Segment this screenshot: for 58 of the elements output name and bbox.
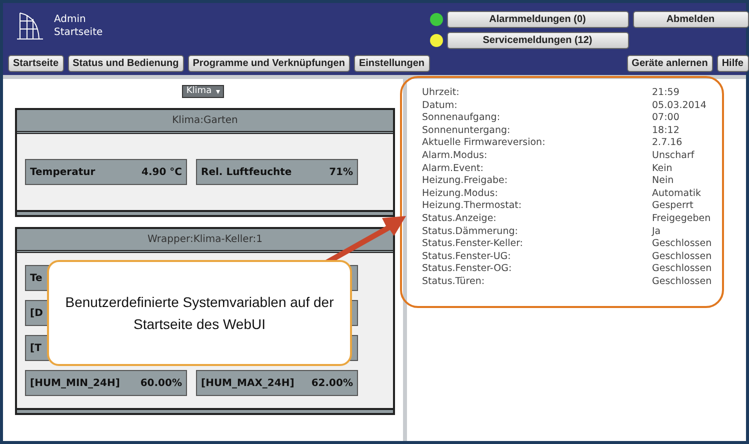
header-button[interactable]: Geräte anlernen: [626, 55, 713, 72]
variable-name: Sonnenuntergang:: [422, 124, 512, 138]
variable-value: 2.7.16: [652, 137, 684, 150]
variable-name: Datum:: [422, 100, 458, 112]
messages-button[interactable]: Alarmmeldungen (0): [446, 11, 628, 28]
tile-label: Temperatur: [30, 166, 96, 180]
group-title: Klima:Garten: [172, 114, 238, 128]
annotation-text: Benutzerdefinierte Systemvariablen auf der Startseite des WebUI: [64, 293, 334, 334]
tile-label: Te: [30, 272, 42, 286]
variable-value: Geschlossen: [652, 250, 713, 264]
variable-value: Geschlossen: [652, 276, 713, 288]
tile-value: 60.00%: [140, 376, 182, 390]
variable-name: Heizung.Thermostat:: [422, 200, 523, 213]
nav-button[interactable]: Startseite: [8, 55, 64, 72]
variable-name: Status.Fenster-UG:: [422, 250, 512, 264]
messages-button[interactable]: Servicemeldungen (12): [446, 32, 628, 49]
variable-name: Sonnenaufgang:: [422, 112, 502, 125]
tile-value: 4.90 °C: [142, 166, 182, 180]
variable-name: Alarm.Event:: [422, 162, 484, 176]
variable-value: Kein: [652, 162, 674, 176]
tile-value: 62.00%: [311, 376, 353, 390]
variable-value: Geschlossen: [652, 238, 713, 251]
category-dropdown[interactable]: Klima: [182, 85, 224, 98]
variable-value: 05.03.2014: [652, 100, 708, 112]
tile-label: [HUM_MIN_24H]: [30, 376, 120, 390]
page-name: Startseite: [54, 26, 103, 39]
tile-label: [D: [30, 306, 43, 320]
variable-value: Ja: [652, 226, 662, 238]
variable-value: 18:12: [652, 124, 680, 138]
variable-name: Aktuelle Firmwareversion:: [422, 137, 546, 150]
variable-value: Automatik: [652, 188, 702, 200]
variable-name: Status.Fenster-OG:: [422, 263, 513, 276]
tile-label: [T: [30, 342, 42, 356]
variable-value: Gesperrt: [652, 200, 694, 213]
variable-name: Status.Anzeige:: [422, 212, 498, 226]
variable-name: Uhrzeit:: [422, 87, 460, 100]
tile-value: 71%: [329, 166, 353, 180]
variable-value: Geschlossen: [652, 263, 713, 276]
variable-name: Status.Dämmerung:: [422, 226, 519, 238]
variable-name: Heizung.Freigabe:: [422, 175, 509, 188]
variable-value: Unscharf: [652, 150, 696, 163]
tile-label: Rel. Luftfeuchte: [201, 166, 292, 180]
variable-name: Alarm.Modus:: [422, 150, 488, 163]
variable-name: Status.Fenster-Keller:: [422, 238, 524, 251]
variable-value: 07:00: [652, 112, 680, 125]
tile-label: [HUM_MAX_24H]: [201, 376, 294, 390]
user-name: Admin: [54, 13, 87, 26]
nav-button[interactable]: Einstellungen: [354, 55, 430, 72]
logout-button[interactable]: Abmelden: [632, 11, 748, 28]
nav-button[interactable]: Status und Bedienung: [68, 55, 184, 72]
variable-value: Nein: [652, 175, 675, 188]
variable-name: Status.Türen:: [422, 276, 486, 288]
group-title: Wrapper:Klima-Keller:1: [147, 233, 262, 247]
variable-value: Freigegeben: [652, 212, 712, 226]
nav-button[interactable]: Programme und Verknüpfungen: [188, 55, 350, 72]
header-button[interactable]: Hilfe: [716, 55, 748, 72]
variable-name: Heizung.Modus:: [422, 188, 499, 200]
variable-value: 21:59: [652, 87, 680, 100]
